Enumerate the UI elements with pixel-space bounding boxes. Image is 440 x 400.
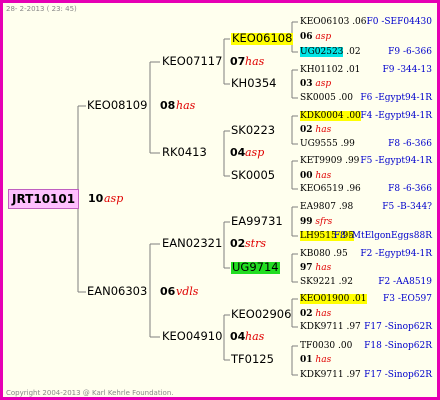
gen3-name-2[interactable]: KH0354 bbox=[231, 77, 276, 90]
gen2-name-4[interactable]: KEO04910 bbox=[162, 330, 222, 343]
sire-race: has bbox=[176, 99, 196, 112]
gen4-info-9: F5 -B-344? bbox=[382, 202, 432, 212]
gen3-child-1: 06 asp bbox=[300, 32, 332, 42]
gen4-entry-13[interactable]: KEO01900 .01 bbox=[300, 294, 367, 304]
gen4-entry-2[interactable]: UG02523 .02 bbox=[300, 47, 361, 57]
gen2-name-1[interactable]: KEO07117 bbox=[162, 55, 222, 68]
root-race: asp bbox=[104, 192, 124, 205]
gen4-entry-16[interactable]: KDK9711 .97 bbox=[300, 371, 361, 380]
gen3-name-5[interactable]: EA99731 bbox=[231, 215, 283, 228]
gen3-child-8: 01 has bbox=[300, 355, 332, 365]
gen4-entry-14[interactable]: KDK9711 .97 bbox=[300, 323, 361, 332]
gen3-child-3: 02 has bbox=[300, 125, 332, 135]
gen2-year-3: 02 bbox=[230, 237, 246, 250]
gen4-entry-11[interactable]: KB080 .95 bbox=[300, 250, 348, 259]
gen4-entry-1[interactable]: KEO06103 .06 bbox=[300, 18, 367, 27]
gen2-name-2[interactable]: RK0413 bbox=[162, 146, 207, 159]
gen3-name-6[interactable]: UG9714 bbox=[231, 261, 280, 274]
gen3-child-7: 02 has bbox=[300, 309, 332, 319]
sire-name[interactable]: KEO08109 bbox=[87, 99, 147, 112]
dam-name[interactable]: EAN06303 bbox=[87, 285, 147, 298]
root-year: 10 bbox=[88, 192, 104, 205]
gen4-info-1: F0 -SEF04430 bbox=[366, 17, 432, 27]
gen4-entry-8[interactable]: KEO6519 .96 bbox=[300, 185, 361, 194]
gen4-entry-4[interactable]: SK0005 .00 bbox=[300, 94, 353, 103]
gen4-entry-15[interactable]: TF0030 .00 bbox=[300, 342, 352, 351]
gen3-name-7[interactable]: KEO02906 bbox=[231, 308, 291, 321]
gen4-info-13: F3 -EO597 bbox=[383, 294, 432, 304]
gen4-info-10: F8 -MtElgonEggs88R bbox=[333, 231, 432, 241]
gen3-name-4[interactable]: SK0005 bbox=[231, 169, 275, 182]
gen4-info-12: F2 -AA8519 bbox=[378, 277, 432, 287]
gen4-info-8: F8 -6-366 bbox=[388, 184, 432, 194]
gen2-race-2: asp bbox=[245, 146, 265, 159]
gen3-name-8[interactable]: TF0125 bbox=[231, 353, 274, 366]
gen4-info-3: F9 -344-13 bbox=[382, 65, 432, 75]
gen3-name-1[interactable]: KEO06108 bbox=[231, 32, 294, 45]
gen3-child-5: 99 sfrs bbox=[300, 217, 333, 227]
gen2-race-3: strs bbox=[245, 237, 266, 250]
gen3-child-4: 00 has bbox=[300, 171, 332, 181]
gen4-info-14: F17 -Sinop62R bbox=[364, 322, 432, 332]
gen4-info-4: F6 -Egypt94-1R bbox=[360, 93, 432, 103]
gen2-year-1: 07 bbox=[230, 55, 246, 68]
gen2-race-4: has bbox=[245, 330, 265, 343]
gen3-child-6: 97 has bbox=[300, 263, 332, 273]
gen4-info-6: F8 -6-366 bbox=[388, 139, 432, 149]
gen2-name-3[interactable]: EAN02321 bbox=[162, 237, 222, 250]
root-queen-name[interactable]: JRT10101 bbox=[8, 189, 80, 209]
gen4-entry-5[interactable]: KDK0004 .00 bbox=[300, 111, 361, 121]
gen4-entry-3[interactable]: KH01102 .01 bbox=[300, 66, 360, 75]
gen2-year-2: 04 bbox=[230, 146, 246, 159]
gen3-child-2: 03 asp bbox=[300, 79, 332, 89]
gen4-info-2: F9 -6-366 bbox=[388, 47, 432, 57]
gen4-entry-7[interactable]: KET9909 .99 bbox=[300, 157, 359, 166]
dam-race: vdls bbox=[176, 285, 199, 298]
gen4-info-7: F5 -Egypt94-1R bbox=[360, 156, 432, 166]
gen4-info-16: F17 -Sinop62R bbox=[364, 370, 432, 380]
gen2-year-4: 04 bbox=[230, 330, 246, 343]
gen4-entry-9[interactable]: EA9807 .98 bbox=[300, 203, 353, 212]
sire-year: 08 bbox=[160, 99, 176, 112]
gen4-info-15: F18 -Sinop62R bbox=[364, 341, 432, 351]
gen3-name-3[interactable]: SK0223 bbox=[231, 124, 275, 137]
dam-year: 06 bbox=[160, 285, 176, 298]
gen4-entry-12[interactable]: SK9221 .92 bbox=[300, 278, 353, 287]
gen2-race-1: has bbox=[245, 55, 265, 68]
gen4-info-5: F4 -Egypt94-1R bbox=[360, 111, 432, 121]
gen4-entry-6[interactable]: UG9555 .99 bbox=[300, 140, 355, 149]
gen4-info-11: F2 -Egypt94-1R bbox=[360, 249, 432, 259]
